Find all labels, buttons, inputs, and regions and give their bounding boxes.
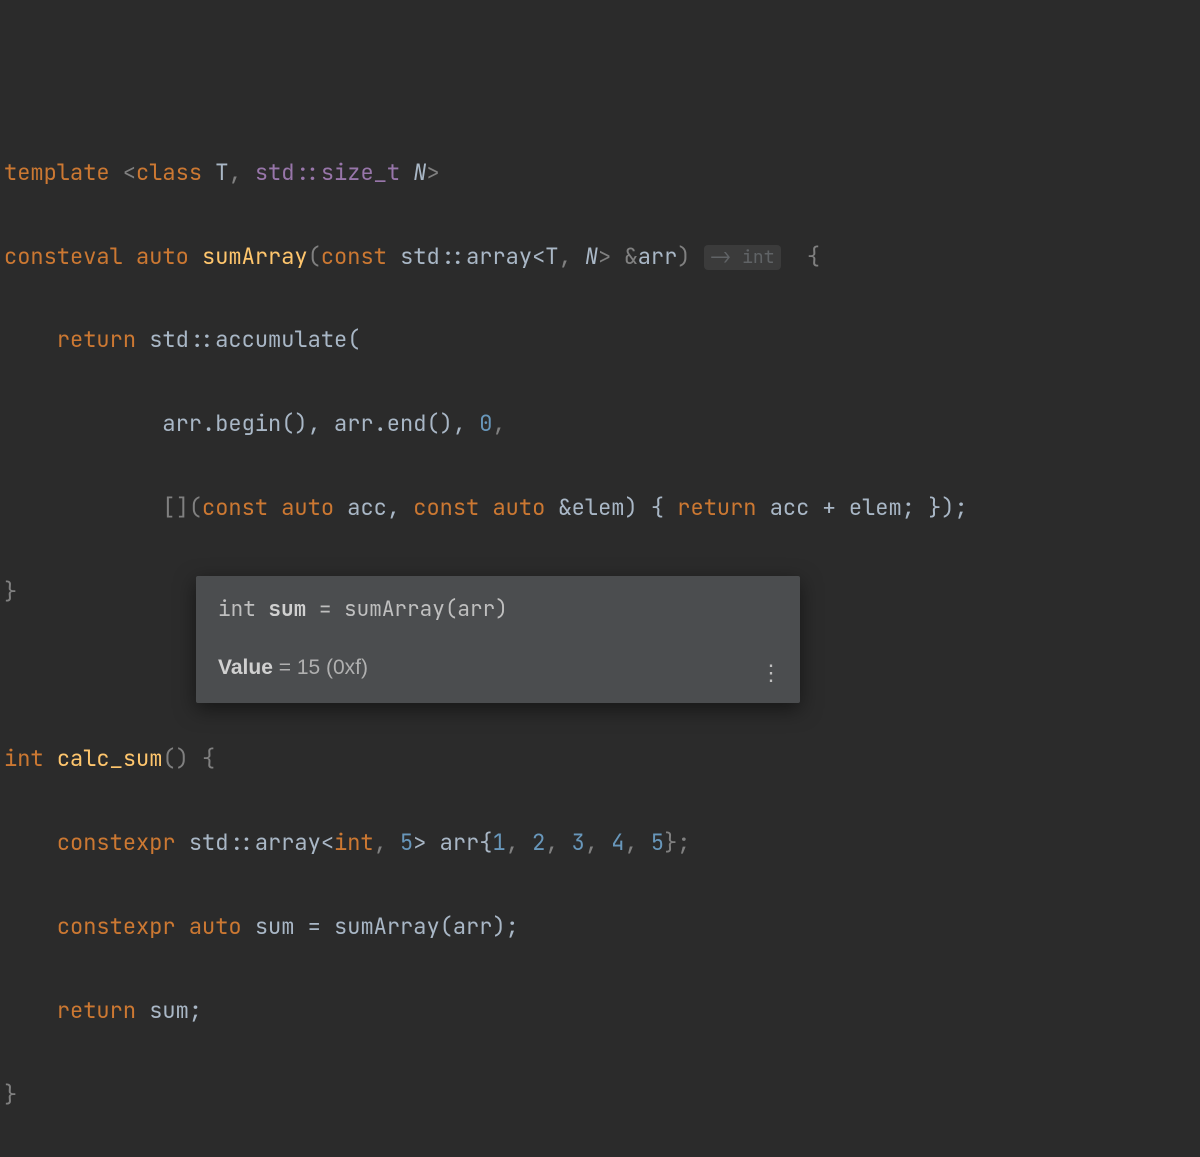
- code-line[interactable]: constexpr auto sum = sumArray(arr);: [0, 906, 1200, 948]
- code-line[interactable]: template <class T, std::size_t N>: [0, 152, 1200, 194]
- tooltip-value-row: Value = 15 (0xf): [218, 652, 778, 684]
- tooltip-value: 15 (0xf): [297, 656, 368, 679]
- function-sumArray: sumArray: [202, 242, 308, 271]
- code-line[interactable]: arr.begin(), arr.end(), 0,: [0, 403, 1200, 445]
- function-calc_sum: calc_sum: [57, 744, 163, 773]
- tooltip-value-label: Value: [218, 656, 273, 679]
- tooltip-declaration: int sum = sumArray(arr): [218, 594, 778, 626]
- keyword-template: template: [4, 158, 110, 187]
- code-line[interactable]: int calc_sum() {: [0, 738, 1200, 780]
- code-line[interactable]: consteval auto sumArray(const std::array…: [0, 236, 1200, 278]
- code-line[interactable]: }: [0, 1074, 1200, 1116]
- code-line[interactable]: return sum;: [0, 990, 1200, 1032]
- code-line[interactable]: constexpr std::array<int, 5> arr{1, 2, 3…: [0, 822, 1200, 864]
- more-actions-icon[interactable]: ⋮: [760, 656, 782, 689]
- code-line[interactable]: [](const auto acc, const auto &elem) { r…: [0, 487, 1200, 529]
- quick-documentation-popup[interactable]: int sum = sumArray(arr) Value = 15 (0xf)…: [196, 576, 800, 703]
- code-line[interactable]: return std::accumulate(: [0, 319, 1200, 361]
- inlay-return-type-hint: -> int: [704, 245, 781, 270]
